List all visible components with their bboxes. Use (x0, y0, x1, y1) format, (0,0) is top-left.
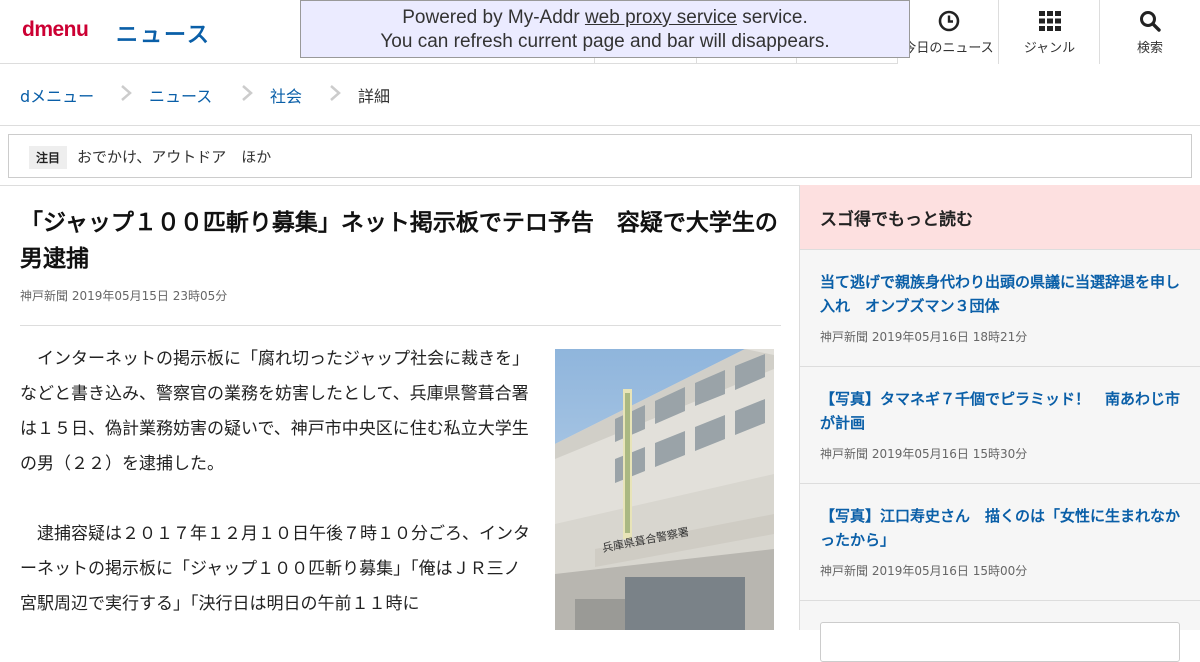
sidebar-article-item[interactable]: 【写真】江口寿史さん 描くのは「女性に生まれなかったから」 神戸新聞 2019年… (800, 484, 1200, 601)
sidebar-article-meta: 神戸新聞 2019年05月16日 15時30分 (820, 445, 1180, 462)
proxy-text: service. (737, 7, 808, 28)
article-date: 2019年05月15日 (71, 289, 169, 303)
featured-text[interactable]: おでかけ、アウトドア ほか (77, 146, 271, 167)
sidebar-article-source: 神戸新聞 (820, 447, 869, 461)
breadcrumb-item-news[interactable]: ニュース (149, 83, 212, 107)
featured-notice[interactable]: 注目 おでかけ、アウトドア ほか (8, 134, 1192, 178)
sidebar-article-meta: 神戸新聞 2019年05月16日 15時00分 (820, 562, 1180, 579)
proxy-notice-bar: Powered by My-Addr web proxy service ser… (300, 0, 910, 58)
sidebar-article-time: 15時30分 (972, 447, 1028, 461)
article-time: 23時05分 (172, 289, 228, 303)
breadcrumb-item-dmenu[interactable]: dメニュー (20, 83, 94, 107)
grid-icon (1038, 11, 1061, 31)
sidebar-article-title[interactable]: 【写真】江口寿史さん 描くのは「女性に生まれなかったから」 (820, 504, 1180, 552)
article-header: 「ジャップ１００匹斬り募集」ネット掲示板でテロ予告 容疑で大学生の男逮捕 神戸新… (20, 205, 782, 304)
sidebar-article-source: 神戸新聞 (820, 330, 869, 344)
clock-icon (938, 10, 959, 32)
sidebar-card[interactable] (820, 622, 1180, 662)
sidebar-article-meta: 神戸新聞 2019年05月16日 18時21分 (820, 328, 1180, 345)
search-icon (1140, 11, 1161, 32)
sidebar-article-title[interactable]: 当て逃げで親族身代わり出頭の県議に当選辞退を申し入れ オンブズマン３団体 (820, 270, 1180, 318)
article-source: 神戸新聞 (20, 289, 69, 303)
nav-label: 検索 (1136, 41, 1163, 56)
breadcrumb-item-current: 詳細 (358, 87, 391, 106)
breadcrumb-item-society[interactable]: 社会 (270, 83, 302, 107)
sidebar-article-date: 2019年05月16日 (871, 564, 969, 578)
sidebar-more-reading: スゴ得でもっと読む 当て逃げで親族身代わり出頭の県議に当選辞退を申し入れ オンブ… (799, 185, 1200, 630)
nav-search-button[interactable]: 検索 (1099, 0, 1200, 64)
sidebar-article-source: 神戸新聞 (820, 564, 869, 578)
nav-label: ジャンル (1023, 41, 1076, 56)
article-body: インターネットの掲示板に「腐れ切ったジャップ社会に裁きを」などと書き込み、警察官… (20, 342, 530, 657)
sidebar-article-item[interactable]: 【写真】タマネギ７千個でピラミッド！ 南あわじ市が計画 神戸新聞 2019年05… (800, 367, 1200, 484)
article-meta: 神戸新聞 2019年05月15日 23時05分 (20, 287, 782, 304)
article-title: 「ジャップ１００匹斬り募集」ネット掲示板でテロ予告 容疑で大学生の男逮捕 (20, 210, 778, 272)
sidebar-article-date: 2019年05月16日 (871, 330, 969, 344)
sidebar-article-title[interactable]: 【写真】タマネギ７千個でピラミッド！ 南あわじ市が計画 (820, 387, 1180, 435)
divider (20, 325, 781, 326)
nav-genre-button[interactable]: ジャンル (998, 0, 1100, 64)
article-paragraph: インターネットの掲示板に「腐れ切ったジャップ社会に裁きを」などと書き込み、警察官… (20, 349, 530, 474)
proxy-service-link[interactable]: web proxy service (585, 7, 737, 28)
police-station-photo: 兵庫県葺合警察署 (555, 349, 774, 630)
proxy-text: Powered by My-Addr (402, 7, 585, 28)
chevron-right-icon (242, 85, 253, 101)
sidebar-article-item[interactable]: 当て逃げで親族身代わり出頭の県議に当選辞退を申し入れ オンブズマン３団体 神戸新… (800, 250, 1200, 367)
nav-today-news-button[interactable]: 今日のニュース (897, 0, 999, 64)
dmenu-logo[interactable]: dmenu (22, 18, 89, 42)
sidebar-article-time: 18時21分 (972, 330, 1028, 344)
proxy-line-1: Powered by My-Addr web proxy service ser… (301, 6, 909, 30)
nav-label: 今日のニュース (903, 41, 994, 56)
chevron-right-icon (330, 85, 341, 101)
chevron-right-icon (121, 85, 132, 101)
sidebar-heading: スゴ得でもっと読む (800, 185, 1200, 250)
breadcrumb: dメニュー ニュース 社会 詳細 (0, 64, 1200, 126)
news-section-title[interactable]: ニュース (116, 17, 211, 49)
proxy-line-2: You can refresh current page and bar wil… (380, 31, 830, 52)
sidebar-article-time: 15時00分 (972, 564, 1028, 578)
article-paragraph: 逮捕容疑は２０１７年１２月１０日午後７時１０分ごろ、インターネットの掲示板に「ジ… (20, 524, 530, 614)
article-photo[interactable]: 兵庫県葺合警察署 (555, 349, 774, 630)
featured-tag: 注目 (29, 146, 68, 169)
sidebar-article-date: 2019年05月16日 (871, 447, 969, 461)
